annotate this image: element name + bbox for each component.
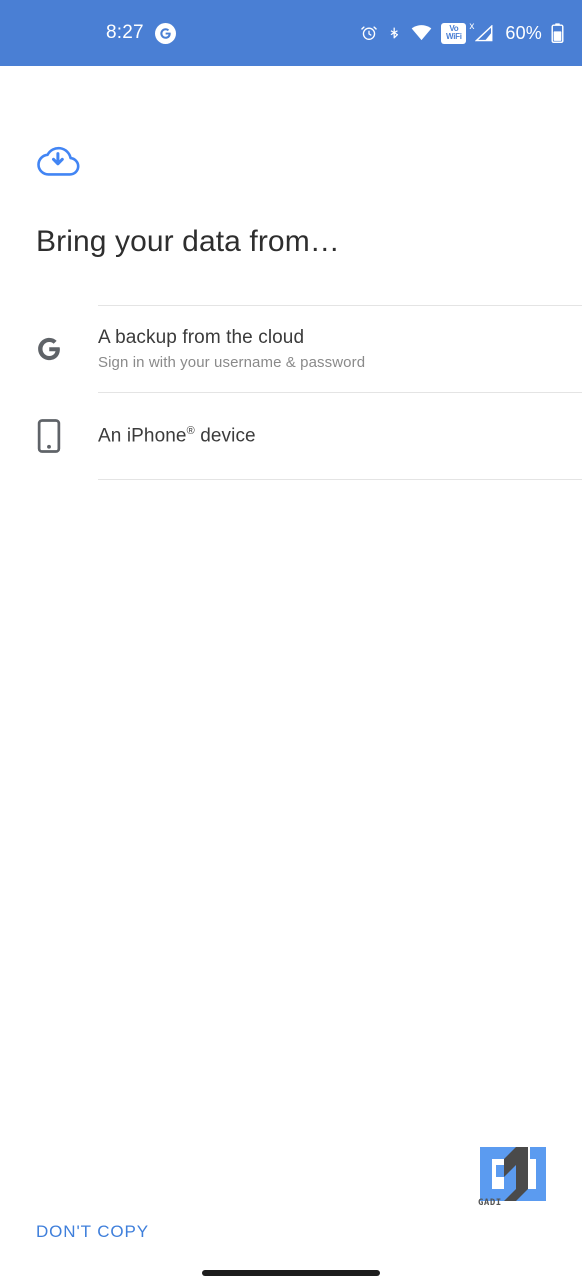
- wifi-icon: [411, 25, 432, 41]
- battery-icon: [551, 23, 564, 43]
- navigation-bar: [0, 1260, 582, 1286]
- list-item-title: A backup from the cloud: [98, 327, 305, 348]
- watermark-logo: [478, 1143, 550, 1221]
- iphone-device-icon: [0, 419, 98, 453]
- phone-screen: 8:27 Vo WiFi x 60% Bring your data from……: [0, 0, 582, 1286]
- vowifi-icon: Vo WiFi: [441, 22, 467, 44]
- status-bar-right: Vo WiFi x 60%: [360, 21, 564, 44]
- list-item-cloud-backup[interactable]: A backup from the cloud Sign in with you…: [0, 306, 582, 392]
- google-g-icon: [154, 22, 176, 44]
- signal-no-service-icon: x: [469, 21, 494, 42]
- data-source-list: A backup from the cloud Sign in with you…: [0, 305, 582, 480]
- status-bar-left: 8:27: [106, 22, 176, 44]
- home-gesture-pill[interactable]: [202, 1270, 380, 1276]
- list-item-iphone-device[interactable]: An iPhone® device: [0, 393, 582, 479]
- list-item-text: A backup from the cloud Sign in with you…: [98, 327, 365, 371]
- status-bar-clock: 8:27: [106, 22, 144, 43]
- list-item-title-prefix: An iPhone: [98, 425, 187, 447]
- alarm-icon: [360, 24, 378, 42]
- list-item-subtitle: Sign in with your username & password: [98, 354, 366, 371]
- signal-x-label: x: [469, 20, 475, 32]
- list-divider-bottom: [98, 479, 582, 480]
- vowifi-line-2: WiFi: [446, 32, 462, 41]
- google-g-icon: [0, 334, 98, 364]
- list-item-title: An iPhone® device: [98, 425, 256, 447]
- cloud-download-icon: [36, 141, 80, 185]
- bluetooth-icon: [387, 24, 402, 43]
- status-bar: 8:27 Vo WiFi x 60%: [0, 0, 582, 66]
- main-content: Bring your data from… A backup from the …: [0, 66, 582, 480]
- watermark-label: GADI: [478, 1198, 502, 1208]
- page-title: Bring your data from…: [36, 225, 340, 258]
- registered-trademark-symbol: ®: [186, 424, 195, 437]
- list-item-text: An iPhone® device: [98, 425, 256, 447]
- battery-percent-label: 60%: [505, 22, 542, 43]
- list-item-title-suffix: device: [194, 425, 256, 447]
- dont-copy-button[interactable]: DON'T COPY: [36, 1222, 149, 1242]
